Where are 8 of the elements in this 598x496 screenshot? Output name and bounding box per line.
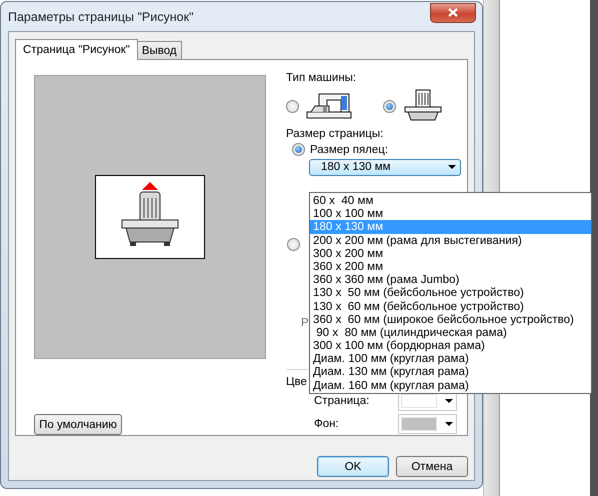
color-row-label: Страница:: [314, 394, 370, 407]
window-title: Параметры страницы "Рисунок": [8, 10, 194, 24]
machine-type-label: Тип машины:: [286, 72, 356, 84]
option-label: Р: [301, 316, 309, 329]
color-label: Цве: [286, 376, 307, 388]
color-row-label: Фон:: [314, 418, 340, 430]
page-size-label: Размер страницы:: [286, 128, 384, 140]
hoop-size-label: Размер пялец:: [310, 144, 388, 156]
